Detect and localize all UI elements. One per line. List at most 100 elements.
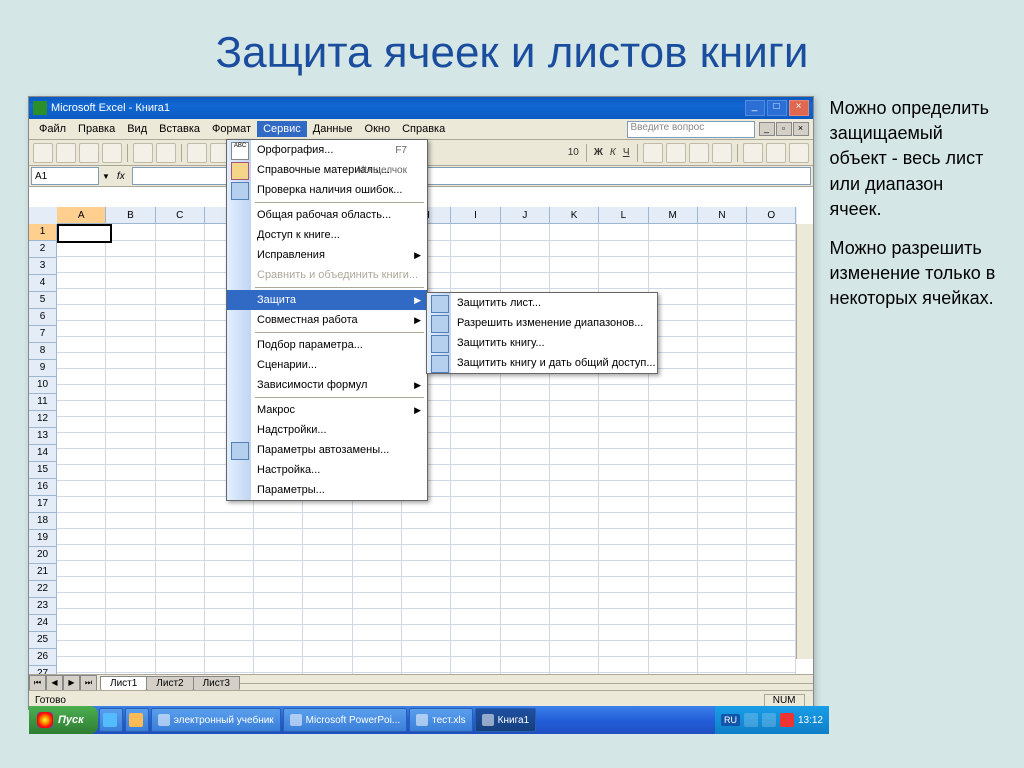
cell[interactable] — [599, 224, 648, 241]
cell[interactable] — [57, 608, 106, 625]
cell[interactable] — [205, 624, 254, 641]
cell[interactable] — [550, 544, 599, 561]
cell[interactable] — [106, 624, 155, 641]
row-header[interactable]: 17 — [29, 496, 57, 513]
cell[interactable] — [156, 256, 205, 273]
cell[interactable] — [698, 384, 747, 401]
row-header[interactable]: 18 — [29, 513, 57, 530]
cell[interactable] — [550, 528, 599, 545]
row-header[interactable]: 9 — [29, 360, 57, 377]
cell[interactable] — [57, 560, 106, 577]
cell[interactable] — [649, 464, 698, 481]
cell[interactable] — [698, 496, 747, 513]
menu-entry[interactable]: Параметры... — [227, 480, 427, 500]
cell[interactable] — [57, 528, 106, 545]
cell[interactable] — [501, 624, 550, 641]
menu-item-4[interactable]: Формат — [206, 121, 257, 137]
column-header[interactable]: C — [156, 207, 205, 224]
preview-button[interactable] — [133, 143, 153, 163]
cell[interactable] — [57, 384, 106, 401]
cell[interactable] — [57, 368, 106, 385]
menu-entry[interactable]: Защитить лист... — [427, 293, 657, 313]
cell[interactable] — [106, 368, 155, 385]
cell[interactable] — [698, 560, 747, 577]
cell[interactable] — [599, 528, 648, 545]
cell[interactable] — [106, 400, 155, 417]
cell[interactable] — [599, 576, 648, 593]
cell[interactable] — [106, 544, 155, 561]
menu-entry[interactable]: Справочные материалы...Alt+щелчок — [227, 160, 427, 180]
cell[interactable] — [254, 560, 303, 577]
cell[interactable] — [747, 432, 796, 449]
row-header[interactable]: 26 — [29, 649, 57, 666]
cell[interactable] — [698, 592, 747, 609]
cell[interactable] — [747, 544, 796, 561]
menu-item-2[interactable]: Вид — [121, 121, 153, 137]
fill-button[interactable] — [766, 143, 786, 163]
cell[interactable] — [698, 624, 747, 641]
cell[interactable] — [649, 496, 698, 513]
cell[interactable] — [156, 224, 205, 241]
cell[interactable] — [698, 608, 747, 625]
cell[interactable] — [698, 576, 747, 593]
cell[interactable] — [106, 272, 155, 289]
row-header[interactable]: 23 — [29, 598, 57, 615]
menu-item-1[interactable]: Правка — [72, 121, 121, 137]
cell[interactable] — [205, 576, 254, 593]
cell[interactable] — [451, 416, 500, 433]
cell[interactable] — [599, 448, 648, 465]
cell[interactable] — [451, 528, 500, 545]
cell[interactable] — [156, 608, 205, 625]
save-button[interactable] — [79, 143, 99, 163]
menu-entry[interactable]: Сценарии... — [227, 355, 427, 375]
cell[interactable] — [106, 224, 155, 241]
cell[interactable] — [550, 512, 599, 529]
cell[interactable] — [698, 640, 747, 657]
cell[interactable] — [649, 224, 698, 241]
cell[interactable] — [451, 640, 500, 657]
cell[interactable] — [106, 240, 155, 257]
cell[interactable] — [747, 464, 796, 481]
column-header[interactable]: O — [747, 207, 796, 224]
print-button[interactable] — [102, 143, 122, 163]
cell[interactable] — [747, 240, 796, 257]
cell[interactable] — [501, 640, 550, 657]
cell[interactable] — [698, 400, 747, 417]
cell[interactable] — [156, 368, 205, 385]
cell[interactable] — [501, 384, 550, 401]
select-all-corner[interactable] — [29, 207, 58, 225]
cell[interactable] — [402, 544, 451, 561]
cell[interactable] — [106, 528, 155, 545]
cell[interactable] — [57, 592, 106, 609]
cell[interactable] — [57, 272, 106, 289]
cell[interactable] — [353, 528, 402, 545]
tab-nav-prev[interactable]: ◀ — [46, 675, 63, 691]
cell[interactable] — [254, 592, 303, 609]
cell[interactable] — [451, 576, 500, 593]
cell[interactable] — [402, 528, 451, 545]
cell[interactable] — [550, 416, 599, 433]
cell[interactable] — [698, 448, 747, 465]
cell[interactable] — [106, 640, 155, 657]
tab-nav-next[interactable]: ▶ — [63, 675, 80, 691]
cell[interactable] — [451, 656, 500, 673]
menu-entry[interactable]: Зависимости формул▶ — [227, 375, 427, 395]
cell[interactable] — [57, 480, 106, 497]
column-header[interactable]: K — [550, 207, 599, 224]
cell[interactable] — [402, 656, 451, 673]
cell[interactable] — [451, 592, 500, 609]
cell[interactable] — [747, 336, 796, 353]
cell[interactable] — [303, 624, 352, 641]
cell[interactable] — [747, 304, 796, 321]
cell[interactable] — [451, 544, 500, 561]
cell[interactable] — [599, 256, 648, 273]
menu-item-8[interactable]: Справка — [396, 121, 451, 137]
cell[interactable] — [550, 496, 599, 513]
cell[interactable] — [57, 576, 106, 593]
cell[interactable] — [353, 608, 402, 625]
menu-entry[interactable]: Защитить книгу и дать общий доступ... — [427, 353, 657, 373]
cell[interactable] — [451, 448, 500, 465]
menu-entry[interactable]: Защитить книгу... — [427, 333, 657, 353]
cell[interactable] — [747, 640, 796, 657]
cell[interactable] — [698, 224, 747, 241]
